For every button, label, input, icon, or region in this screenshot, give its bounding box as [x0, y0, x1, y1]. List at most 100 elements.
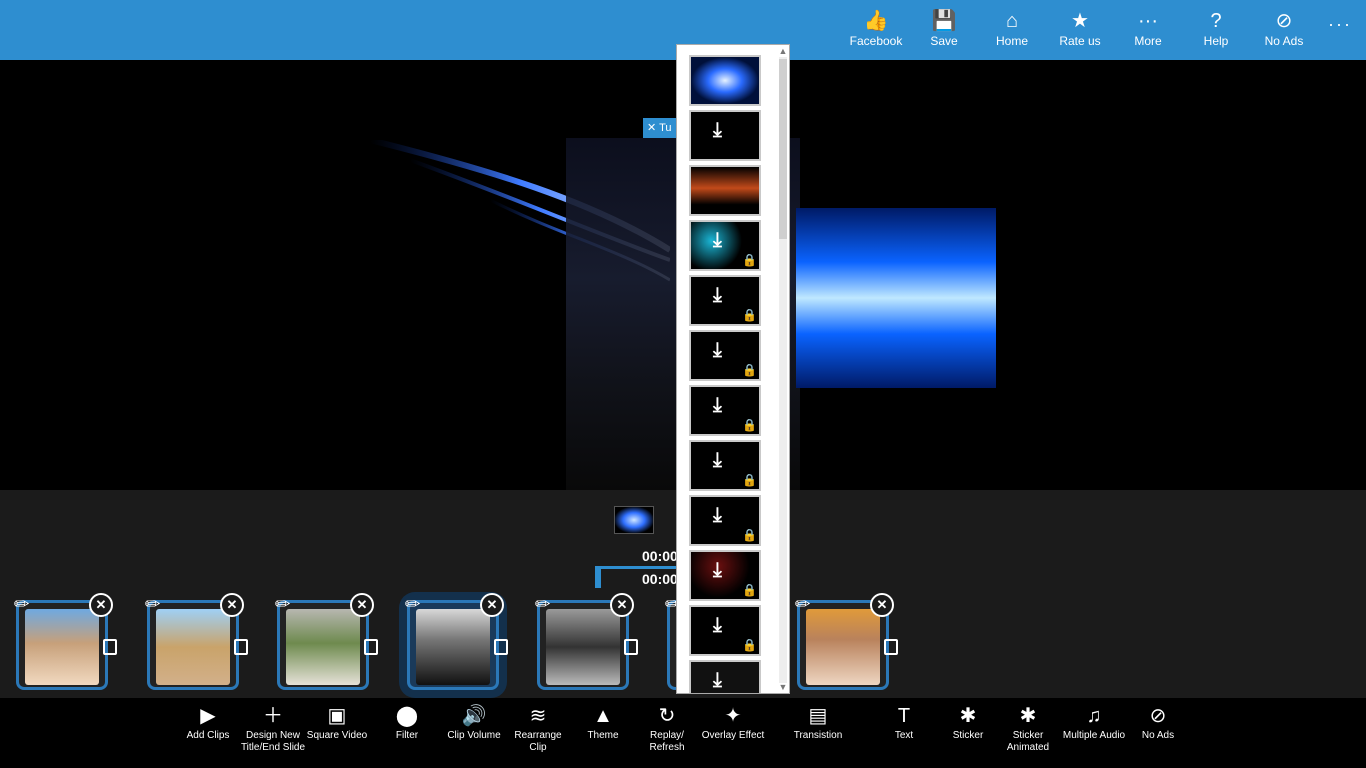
no-ads-icon: ⊘ [1149, 705, 1167, 727]
tool-add-clips[interactable]: ▶ Add Clips [175, 702, 241, 742]
overlay-effect-panel[interactable]: ▲ ⤓ ⤓ 🔒 ⤓ 🔒 ⤓ 🔒 ⤓ 🔒 ⤓ 🔒 ⤓ 🔒 ⤓ 🔒 ⤓ 🔒 ⤓ ▼ [676, 44, 790, 694]
lock-icon: 🔒 [742, 253, 757, 267]
overlay-locked[interactable]: ⤓ 🔒 [689, 330, 761, 381]
download-icon: ⤓ [713, 119, 722, 141]
tutorial-chip-label: Tu [659, 122, 672, 134]
timeline-clip[interactable]: ✎✕ [141, 592, 248, 690]
thumbs-up-icon: 👍 [863, 10, 889, 32]
topbar-thumbs-up-button[interactable]: 👍 Facebook [844, 8, 908, 56]
topbar-save-button[interactable]: 💾 Save [912, 8, 976, 56]
tool-theme[interactable]: ▲ Theme [570, 702, 636, 742]
duplicate-clip-icon[interactable] [494, 639, 508, 655]
clip-thumbnail [25, 609, 99, 685]
overlay-dust[interactable]: ⤓ [689, 660, 761, 693]
topbar-help-button[interactable]: ? Help [1184, 8, 1248, 56]
overlay-blue-ring[interactable] [689, 55, 761, 106]
download-icon: ⤓ [713, 449, 722, 471]
tool-label: Multiple Audio [1062, 730, 1126, 741]
tool-label: Transistion [793, 730, 843, 741]
multiple-audio-icon: ♫ [1086, 705, 1102, 727]
topbar-button-label: Home [995, 34, 1028, 48]
remove-clip-icon[interactable]: ✕ [610, 593, 634, 617]
overlay-locked[interactable]: ⤓ 🔒 [689, 605, 761, 656]
tool-rearrange[interactable]: ≋ Rearrange Clip [505, 702, 571, 754]
duplicate-clip-icon[interactable] [103, 639, 117, 655]
remove-clip-icon[interactable]: ✕ [350, 593, 374, 617]
timeline-clip[interactable]: ✎✕ [531, 592, 638, 690]
overlay-locked[interactable]: ⤓ 🔒 [689, 385, 761, 436]
tool-sticker-animated[interactable]: ✱ Sticker Animated [995, 702, 1061, 754]
tool-transition[interactable]: ▤ Transistion [785, 702, 851, 742]
duplicate-clip-icon[interactable] [884, 639, 898, 655]
tool-label: Square Video [306, 730, 368, 741]
scrollbar-thumb[interactable] [779, 59, 787, 239]
tool-text[interactable]: T Text [871, 702, 937, 742]
topbar-home-button[interactable]: ⌂ Home [980, 8, 1044, 56]
lock-icon: 🔒 [742, 473, 757, 487]
tool-refresh[interactable]: ↻ Replay/ Refresh [634, 702, 700, 754]
tool-square-video[interactable]: ▣ Square Video [304, 702, 370, 742]
topbar-button-label: No Ads [1264, 34, 1304, 48]
tool-label: Clip Volume [447, 730, 501, 741]
scroll-up-icon[interactable]: ▲ [777, 45, 789, 57]
topbar-no-ads-button[interactable]: ⊘ No Ads [1252, 8, 1316, 56]
overflow-menu-icon[interactable]: ··· [1328, 14, 1352, 35]
scroll-down-icon[interactable]: ▼ [777, 681, 789, 693]
timeline-clip[interactable]: ✎✕ [271, 592, 378, 690]
remove-clip-icon[interactable]: ✕ [89, 593, 113, 617]
progress-handle[interactable] [595, 566, 601, 588]
topbar-more-button[interactable]: ··· More [1116, 8, 1180, 56]
tool-filter[interactable]: ⬤ Filter [374, 702, 440, 742]
overlay-cyan-spark[interactable]: ⤓ 🔒 [689, 220, 761, 271]
save-icon: 💾 [931, 10, 957, 32]
no-ads-icon: ⊘ [1275, 10, 1293, 32]
clip-thumbnail [546, 609, 620, 685]
tool-clip-volume[interactable]: 🔊 Clip Volume [441, 702, 507, 742]
star-icon: ★ [1071, 10, 1089, 32]
remove-clip-icon[interactable]: ✕ [480, 593, 504, 617]
tool-no-ads[interactable]: ⊘ No Ads [1125, 702, 1191, 742]
tool-overlay-effect[interactable]: ✦ Overlay Effect [700, 702, 766, 742]
sticker-icon: ✱ [959, 705, 977, 727]
lock-icon: 🔒 [742, 528, 757, 542]
tool-label: Theme [587, 730, 619, 741]
square-video-icon: ▣ [327, 705, 347, 727]
refresh-icon: ↻ [658, 705, 676, 727]
tool-label: Design New Title/End Slide [240, 730, 306, 753]
duplicate-clip-icon[interactable] [364, 639, 378, 655]
download-icon: ⤓ [713, 559, 722, 581]
lock-icon: 🔒 [742, 638, 757, 652]
tool-label: Sticker Animated [1006, 730, 1050, 753]
add-clips-icon: ▶ [200, 705, 216, 727]
clip-thumbnail [156, 609, 230, 685]
overlay-locked[interactable]: ⤓ 🔒 [689, 495, 761, 546]
home-icon: ⌂ [1005, 10, 1019, 32]
timeline-clip[interactable]: ✎✕ [10, 592, 117, 690]
tutorial-chip[interactable]: ✕ Tu [643, 118, 679, 138]
progress-track[interactable] [596, 566, 676, 569]
tool-design-title[interactable]: ＋ Design New Title/End Slide [240, 702, 306, 754]
overlay-locked[interactable]: ⤓ 🔒 [689, 440, 761, 491]
timeline-clip[interactable]: ✎✕ [791, 592, 898, 690]
topbar-button-label: Facebook [849, 34, 903, 48]
tool-sticker[interactable]: ✱ Sticker [935, 702, 1001, 742]
filter-icon: ⬤ [395, 705, 419, 727]
current-overlay-thumbnail[interactable] [614, 506, 654, 534]
text-icon: T [897, 705, 911, 727]
close-icon[interactable]: ✕ [647, 122, 656, 134]
light-beam-right [796, 208, 996, 388]
timeline-clip[interactable]: ✎✕ [401, 592, 508, 690]
topbar-star-button[interactable]: ★ Rate us [1048, 8, 1112, 56]
duplicate-clip-icon[interactable] [624, 639, 638, 655]
lock-icon: 🔒 [742, 418, 757, 432]
remove-clip-icon[interactable]: ✕ [220, 593, 244, 617]
overlay-locked[interactable]: ⤓ 🔒 [689, 275, 761, 326]
overlay-red-sparkle[interactable]: ⤓ 🔒 [689, 550, 761, 601]
overlay-orange-flare[interactable] [689, 165, 761, 216]
remove-clip-icon[interactable]: ✕ [870, 593, 894, 617]
sticker-animated-icon: ✱ [1019, 705, 1037, 727]
clip-thumbnail [806, 609, 880, 685]
tool-multiple-audio[interactable]: ♫ Multiple Audio [1061, 702, 1127, 742]
overlay-download[interactable]: ⤓ [689, 110, 761, 161]
duplicate-clip-icon[interactable] [234, 639, 248, 655]
